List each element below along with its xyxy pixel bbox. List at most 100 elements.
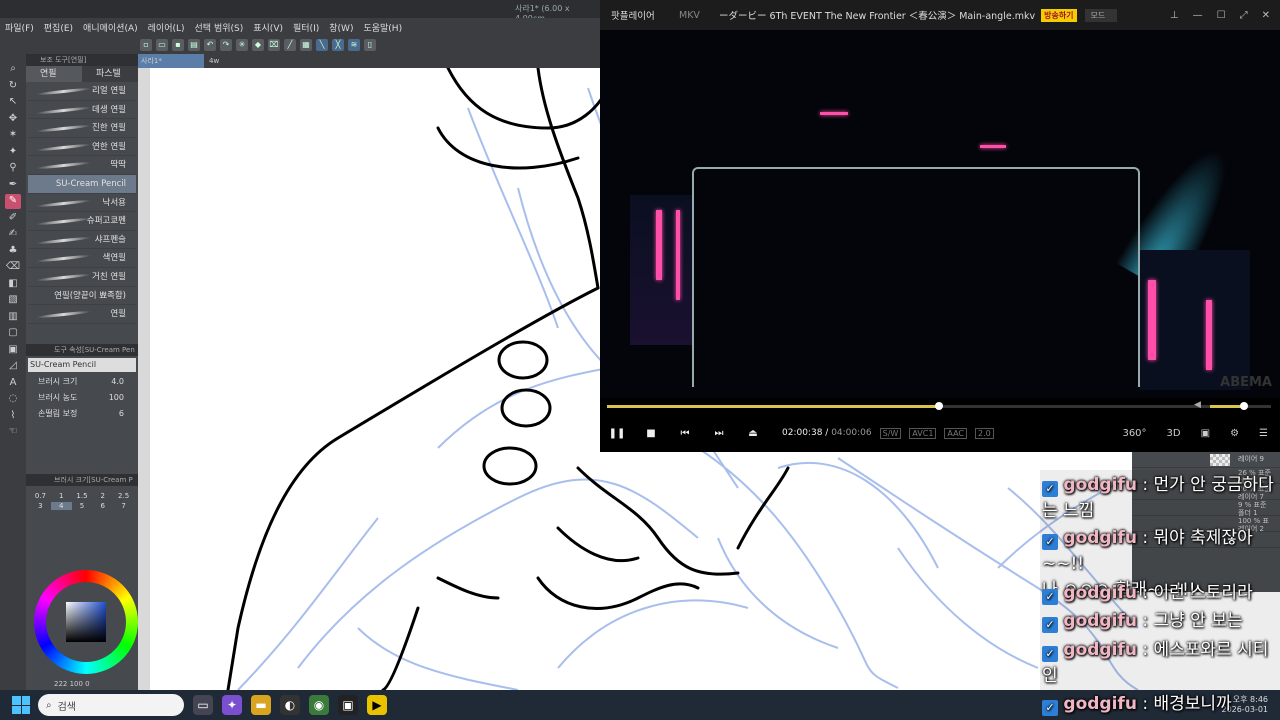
menu-window[interactable]: 창(W) — [324, 21, 358, 34]
brush-item[interactable]: 리얼 연필 — [28, 82, 136, 101]
frame-icon[interactable]: ▣ — [5, 343, 21, 358]
3d-button[interactable]: 3D — [1167, 428, 1181, 439]
open-file-icon[interactable]: ▭ — [156, 39, 168, 51]
property-value[interactable]: 4.0 — [111, 374, 124, 390]
maximize-icon[interactable]: ☐ — [1217, 10, 1226, 21]
ruler-icon[interactable]: ◿ — [5, 359, 21, 374]
tab-pencil[interactable]: 연필 — [26, 66, 82, 82]
eyedropper-icon[interactable]: ⚲ — [5, 161, 21, 176]
snap-perspective-icon[interactable]: ╳ — [332, 39, 344, 51]
menu-help[interactable]: 도움말(H) — [358, 21, 407, 34]
eject-icon[interactable]: ⏏ — [736, 428, 770, 439]
snap-ruler-icon[interactable]: ╱ — [284, 39, 296, 51]
size-option[interactable]: 4 — [50, 502, 72, 510]
playlist-icon[interactable]: ▣ — [1201, 428, 1210, 439]
tab-pastel[interactable]: 파스텔 — [82, 66, 138, 82]
broadcast-button[interactable]: 방송하기 — [1041, 8, 1077, 22]
rotate-icon[interactable]: ↻ — [5, 79, 21, 94]
correct-line-icon[interactable]: ⌇ — [5, 409, 21, 424]
snap-other-icon[interactable]: ≋ — [348, 39, 360, 51]
menu-view[interactable]: 표시(V) — [248, 21, 288, 34]
player-app-name[interactable]: 팟플레이어 — [600, 8, 679, 22]
clear-icon[interactable]: ✳ — [236, 39, 248, 51]
menu-animation[interactable]: 애니메이션(A) — [78, 21, 143, 34]
brush-item[interactable]: 데생 연필 — [28, 101, 136, 120]
minimize-icon[interactable]: — — [1193, 10, 1203, 21]
audio-codec-tag[interactable]: AAC — [944, 427, 968, 439]
seek-handle[interactable] — [934, 402, 943, 410]
video-frame[interactable]: ABEMA — [600, 30, 1280, 398]
text-icon[interactable]: A — [5, 376, 21, 391]
task-view-icon[interactable]: ▭ — [193, 695, 213, 715]
doc-tab[interactable]: 4w — [206, 54, 270, 68]
size-option[interactable]: 5 — [72, 502, 93, 510]
size-option[interactable]: 2.5 — [113, 492, 134, 500]
brush-item[interactable]: 연필(양끝이 뾰족함) — [28, 287, 136, 306]
channel-tag[interactable]: 2.0 — [975, 427, 994, 439]
size-option[interactable]: 7 — [113, 502, 134, 510]
property-value[interactable]: 100 — [109, 390, 124, 406]
pen-icon[interactable]: ✒ — [5, 178, 21, 193]
snap-special-ruler-icon[interactable]: ╲ — [316, 39, 328, 51]
selection-icon[interactable]: ✶ — [5, 128, 21, 143]
eraser-icon[interactable]: ⌫ — [5, 260, 21, 275]
taskbar-search[interactable]: ⌕ 검색 — [38, 694, 184, 716]
next-icon[interactable]: ⏭ — [702, 428, 736, 439]
transform-icon[interactable]: ⌧ — [268, 39, 280, 51]
figure-icon[interactable]: ▢ — [5, 326, 21, 341]
video-codec-tag[interactable]: AVC1 — [909, 427, 937, 439]
hand-icon[interactable]: ☜ — [5, 425, 21, 440]
menu-icon[interactable]: ☰ — [1259, 428, 1268, 439]
pencil-icon[interactable]: ✎ — [5, 194, 21, 209]
pause-icon[interactable]: ❚❚ — [600, 428, 634, 439]
save-icon[interactable]: ▪ — [172, 39, 184, 51]
size-option[interactable]: 6 — [92, 502, 113, 510]
brush-item[interactable]: 거친 연필 — [28, 268, 136, 287]
brush-item[interactable]: 연한 연필 — [28, 138, 136, 157]
undo-icon[interactable]: ↶ — [204, 39, 216, 51]
decoration-icon[interactable]: ♣ — [5, 244, 21, 259]
vr-360-button[interactable]: 360° — [1122, 428, 1146, 439]
windows-start-icon[interactable] — [12, 696, 30, 714]
blend-icon[interactable]: ◧ — [5, 277, 21, 292]
size-option[interactable]: 3 — [30, 502, 51, 510]
mode-dropdown[interactable]: 모드 — [1084, 8, 1118, 22]
seek-bar[interactable] — [607, 402, 1271, 410]
size-option[interactable]: 0.7 — [30, 492, 51, 500]
menu-selection[interactable]: 선택 범위(S) — [190, 21, 249, 34]
print-icon[interactable]: ▤ — [188, 39, 200, 51]
airbrush-icon[interactable]: ✍ — [5, 227, 21, 242]
stop-icon[interactable]: ■ — [634, 428, 668, 439]
move-layer-icon[interactable]: ✥ — [5, 112, 21, 127]
brush-item[interactable]: 낙서용 — [28, 194, 136, 213]
device-icon[interactable]: ▯ — [364, 39, 376, 51]
brush-item[interactable]: 진한 연필 — [28, 119, 136, 138]
menu-filter[interactable]: 필터(I) — [288, 21, 324, 34]
new-file-icon[interactable]: ▫ — [140, 39, 152, 51]
property-value[interactable]: 6 — [119, 406, 124, 422]
menu-edit[interactable]: 편집(E) — [39, 21, 78, 34]
auto-select-icon[interactable]: ✦ — [5, 145, 21, 160]
brush-item[interactable]: 샤프펜슬 — [28, 231, 136, 250]
hue-wheel[interactable] — [34, 570, 138, 674]
menu-file[interactable]: 파일(F) — [0, 21, 39, 34]
balloon-icon[interactable]: ◌ — [5, 392, 21, 407]
size-option[interactable]: 2 — [92, 492, 113, 500]
menu-layer[interactable]: 레이어(L) — [143, 21, 190, 34]
potplayer-icon[interactable]: ▶ — [367, 695, 387, 715]
copilot-icon[interactable]: ✦ — [222, 695, 242, 715]
speaker-icon[interactable]: ◀ — [1194, 400, 1201, 410]
clip-studio-icon[interactable]: ◐ — [280, 695, 300, 715]
brush-item[interactable]: 연필 — [28, 305, 136, 324]
fill-bucket-icon[interactable]: ▧ — [5, 293, 21, 308]
snap-grid-icon[interactable]: ▦ — [300, 39, 312, 51]
brush-item[interactable]: 딱딱 — [28, 156, 136, 175]
settings-gear-icon[interactable]: ⚙ — [1230, 428, 1239, 439]
brush-item[interactable]: 슈퍼고쿄펜 — [28, 212, 136, 231]
doc-tab-active[interactable]: 사라1* — [138, 54, 204, 68]
app-icon[interactable]: ▣ — [338, 695, 358, 715]
gradient-icon[interactable]: ▥ — [5, 310, 21, 325]
fill-icon[interactable]: ◆ — [252, 39, 264, 51]
volume-handle[interactable] — [1240, 402, 1248, 410]
brush-item[interactable]: 색연필 — [28, 249, 136, 268]
